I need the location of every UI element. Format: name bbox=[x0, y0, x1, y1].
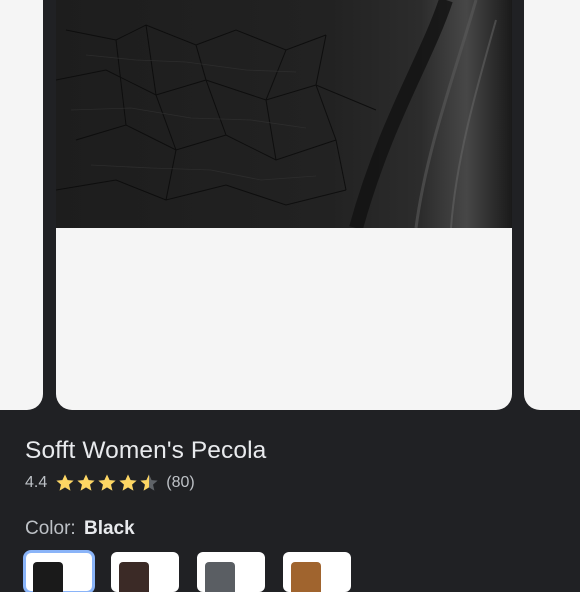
review-count[interactable]: (80) bbox=[166, 474, 194, 492]
previous-image-card[interactable] bbox=[0, 0, 43, 410]
black-leather-closeup-image bbox=[56, 0, 512, 228]
star-full-icon bbox=[98, 474, 116, 491]
boot-thumbnail-image bbox=[119, 562, 149, 592]
color-swatch-grey[interactable] bbox=[197, 552, 265, 592]
color-swatch-black[interactable] bbox=[23, 550, 95, 592]
product-info: Sofft Women's Pecola 4.4 (80) Color: Bla… bbox=[25, 436, 580, 542]
product-image-carousel[interactable] bbox=[0, 0, 580, 412]
next-image-card[interactable] bbox=[524, 0, 580, 410]
star-full-icon bbox=[56, 474, 74, 491]
star-full-icon bbox=[77, 474, 95, 491]
rating-value: 4.4 bbox=[25, 474, 48, 491]
star-half-icon bbox=[140, 474, 158, 491]
boot-thumbnail-image bbox=[291, 562, 321, 592]
star-rating bbox=[55, 473, 160, 493]
rating-row[interactable]: 4.4 (80) bbox=[25, 470, 580, 496]
boot-thumbnail-image bbox=[205, 562, 235, 592]
color-swatch-cognac[interactable] bbox=[283, 552, 351, 592]
product-title: Sofft Women's Pecola bbox=[25, 437, 267, 464]
main-product-image[interactable] bbox=[56, 0, 512, 410]
star-full-icon bbox=[119, 474, 137, 491]
selected-color-value: Black bbox=[83, 518, 135, 539]
color-selection-label: Color: Black bbox=[25, 516, 580, 542]
color-swatch-dark-brown[interactable] bbox=[111, 552, 179, 592]
boot-thumbnail-image bbox=[33, 562, 63, 592]
color-label: Color: bbox=[25, 518, 76, 539]
